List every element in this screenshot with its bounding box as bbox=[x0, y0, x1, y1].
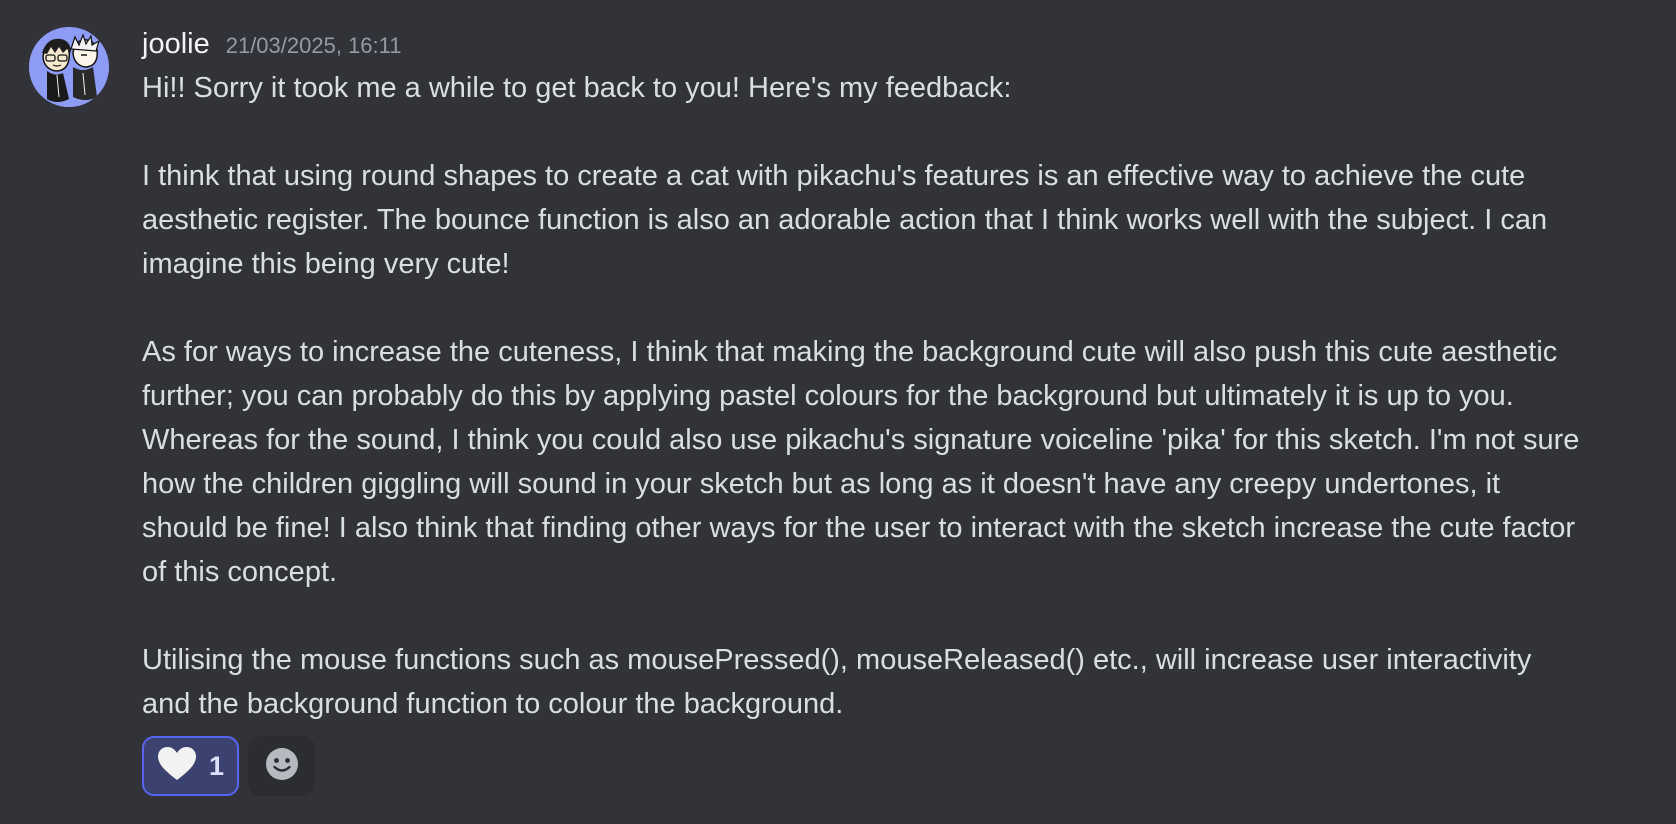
message-paragraph: Hi!! Sorry it took me a while to get bac… bbox=[142, 72, 1012, 104]
message-header: joolie 21/03/2025, 16:11 bbox=[142, 28, 401, 68]
message-content: Hi!! Sorry it took me a while to get bac… bbox=[142, 66, 1582, 726]
heart-icon bbox=[157, 746, 197, 787]
add-reaction-button[interactable] bbox=[248, 736, 315, 796]
smiley-icon bbox=[265, 747, 299, 786]
avatar[interactable] bbox=[29, 27, 109, 107]
reaction-heart[interactable]: 1 bbox=[142, 736, 239, 796]
reactions-bar: 1 bbox=[142, 736, 315, 796]
reaction-count: 1 bbox=[208, 750, 225, 781]
avatar-illustration bbox=[29, 27, 109, 107]
message-paragraph: Utilising the mouse functions such as mo… bbox=[142, 644, 1532, 720]
message-paragraph: As for ways to increase the cuteness, I … bbox=[142, 336, 1580, 588]
chat-message: joolie 21/03/2025, 16:11 Hi!! Sorry it t… bbox=[0, 0, 1676, 824]
timestamp[interactable]: 21/03/2025, 16:11 bbox=[226, 33, 402, 59]
message-paragraph: I think that using round shapes to creat… bbox=[142, 160, 1548, 280]
username[interactable]: joolie bbox=[142, 28, 210, 61]
